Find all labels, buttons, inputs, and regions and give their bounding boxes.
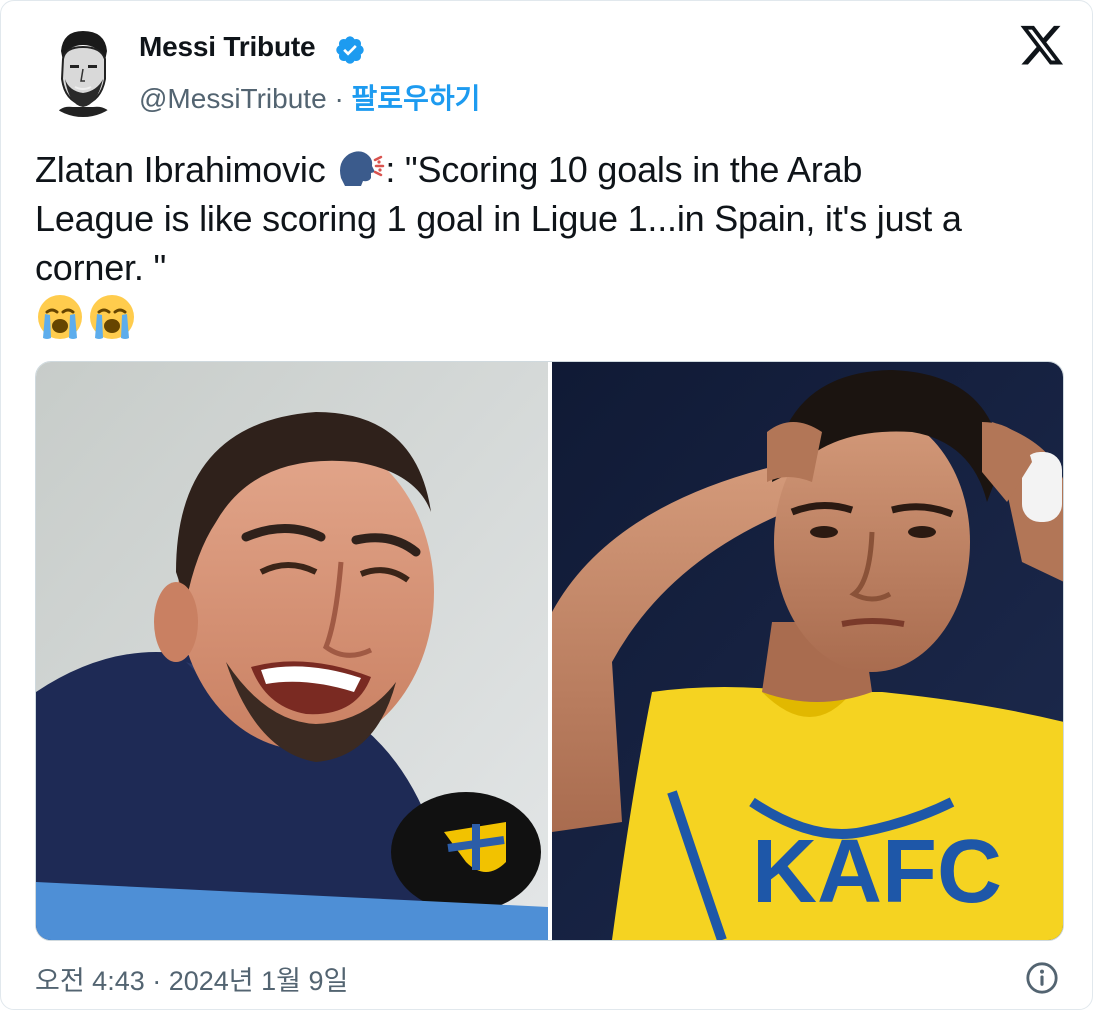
loudly-crying-face-icon <box>38 295 82 339</box>
tweet-text-segment: Zlatan Ibrahimovic <box>35 149 336 190</box>
media-grid: KAFC <box>35 361 1064 941</box>
avatar[interactable] <box>35 21 131 117</box>
x-logo-icon[interactable] <box>1019 25 1065 69</box>
tweet-line-1: Zlatan Ibrahimovic : "Scoring 10 goals i… <box>35 145 1075 194</box>
follow-link[interactable]: 팔로우하기 <box>352 83 481 114</box>
tweet-line-3: corner. " <box>35 247 167 288</box>
photo-ronaldo[interactable]: KAFC <box>552 362 1063 940</box>
author-name[interactable]: Messi Tribute <box>139 31 316 63</box>
speaking-head-icon <box>340 151 385 186</box>
tweet-timestamp[interactable]: 오전 4:43 · 2024년 1월 9일 <box>35 959 348 998</box>
tweet-card: Messi Tribute @MessiTribute · 팔로우하기 Zlat… <box>0 0 1093 1010</box>
photo-zlatan[interactable] <box>36 362 548 940</box>
svg-text:KAFC: KAFC <box>752 822 1002 922</box>
author-handle[interactable]: @MessiTribute <box>139 83 327 114</box>
loudly-crying-face-icon <box>90 295 134 339</box>
tweet-text-segment: : "Scoring 10 goals in the Arab <box>385 149 863 190</box>
separator: · <box>334 83 344 114</box>
tweet-text: Zlatan Ibrahimovic : "Scoring 10 goals i… <box>35 145 1075 344</box>
tweet-line-4 <box>35 292 1075 344</box>
verified-badge-icon <box>336 36 364 64</box>
handle-line: @MessiTribute · 팔로우하기 <box>139 77 480 117</box>
info-icon[interactable] <box>1025 961 1059 995</box>
tweet-line-2: League is like scoring 1 goal in Ligue 1… <box>35 198 962 239</box>
